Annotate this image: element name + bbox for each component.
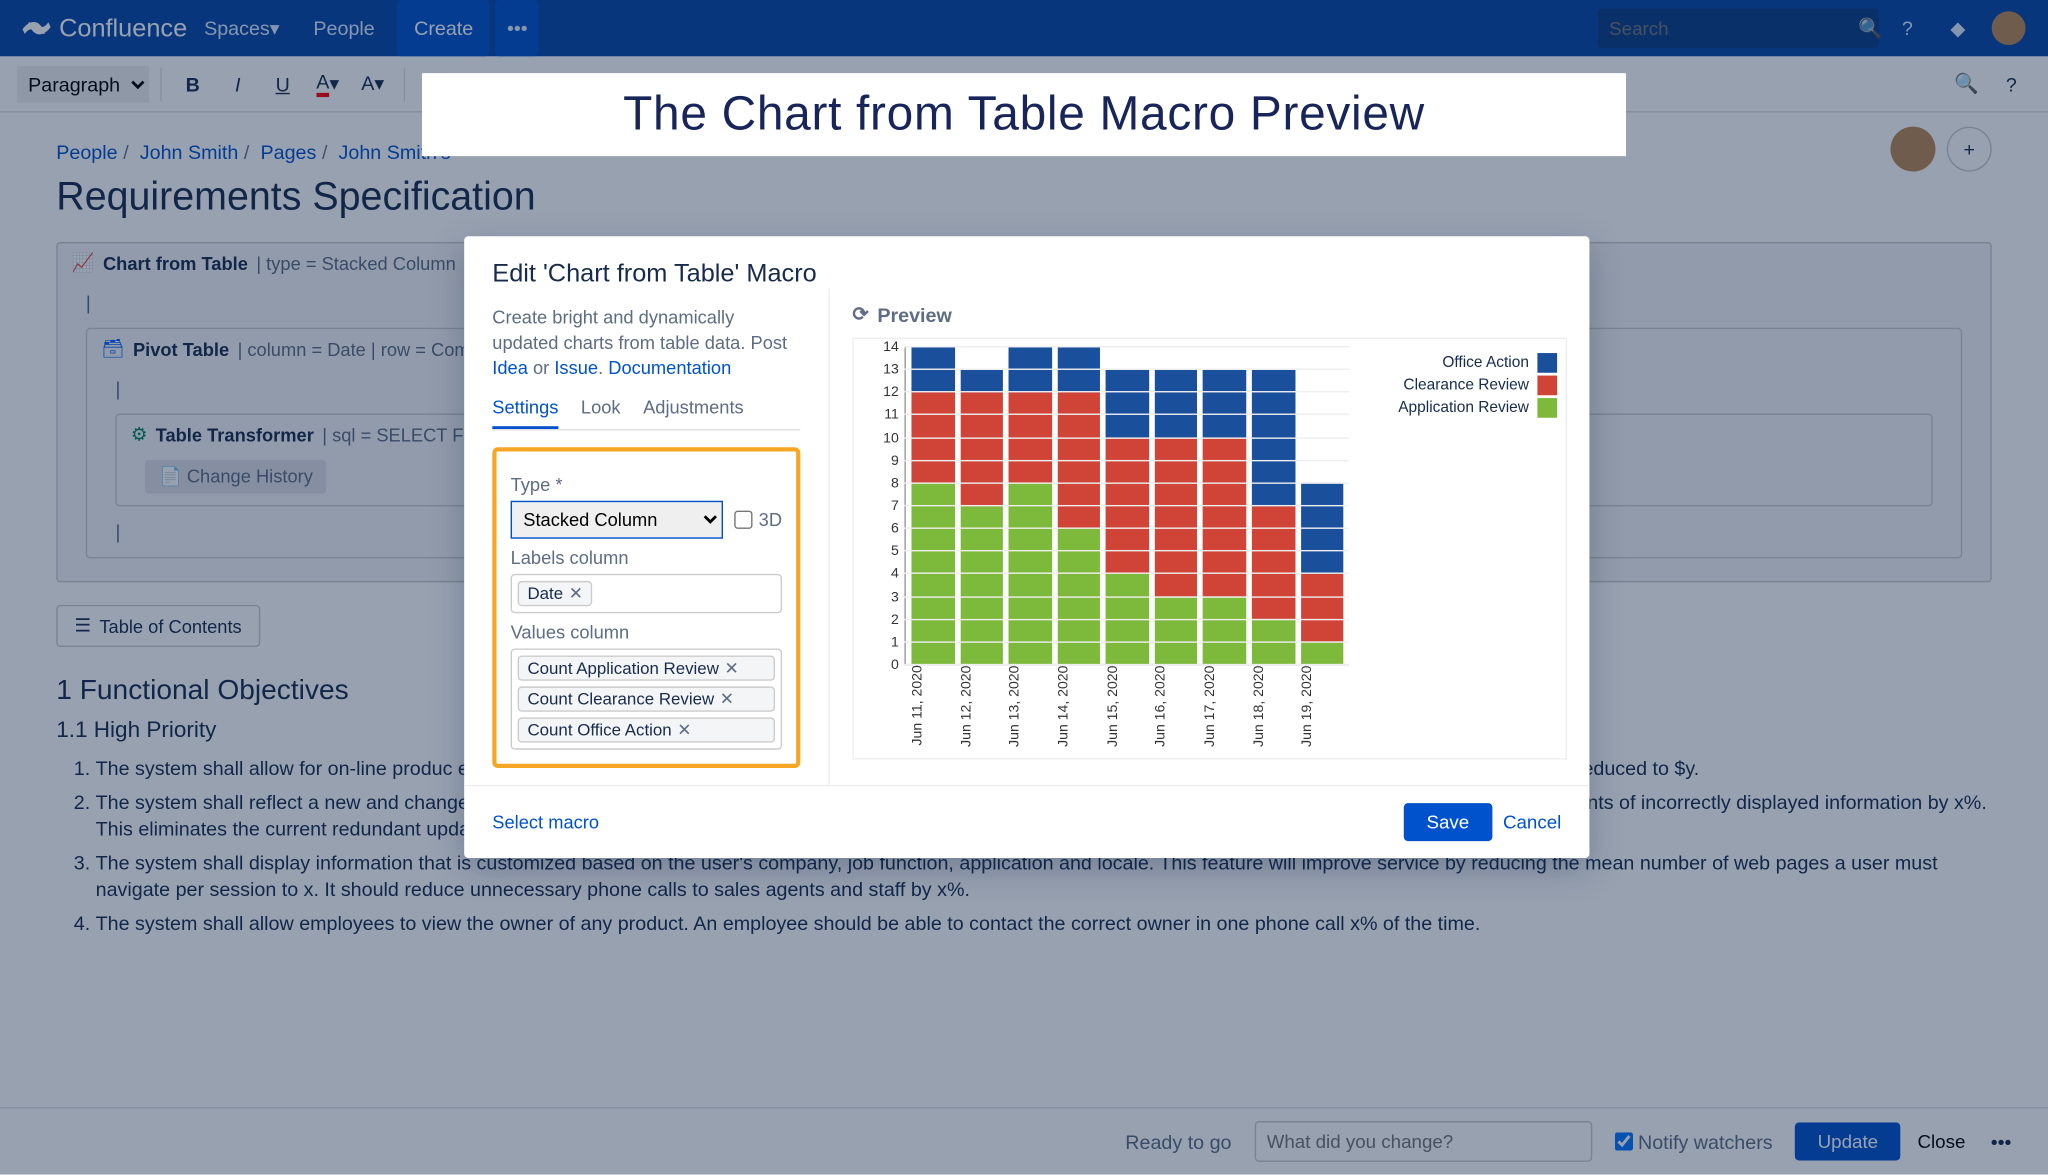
- gridline: [904, 664, 1348, 665]
- y-tick-label: 1: [891, 635, 899, 650]
- gridline: [904, 369, 1348, 370]
- documentation-link[interactable]: Documentation: [608, 358, 731, 379]
- bar-segment: [1203, 370, 1246, 438]
- x-tick-label: Jun 12, 2020: [959, 665, 1002, 749]
- remove-tag-icon[interactable]: ✕: [725, 658, 739, 678]
- bar-segment: [1155, 596, 1198, 664]
- legend-swatch: [1537, 353, 1557, 373]
- bar-segment: [1155, 370, 1198, 438]
- y-tick-label: 8: [891, 476, 899, 491]
- bar-segment: [1252, 506, 1295, 619]
- y-tick-label: 9: [891, 453, 899, 468]
- select-macro-link[interactable]: Select macro: [492, 811, 599, 832]
- y-tick-label: 12: [883, 385, 899, 400]
- modal-tabs: Settings Look Adjustments: [492, 396, 800, 430]
- tab-look[interactable]: Look: [581, 396, 621, 428]
- bar-segment: [960, 506, 1003, 664]
- values-tag[interactable]: Count Office Action ✕: [518, 717, 775, 742]
- refresh-icon[interactable]: ⟳: [852, 302, 869, 326]
- type-label: Type *: [511, 473, 782, 494]
- values-tag[interactable]: Count Application Review ✕: [518, 655, 775, 680]
- bar-segment: [1106, 370, 1149, 438]
- chart-type-select[interactable]: Stacked Column: [511, 500, 724, 538]
- x-tick-label: Jun 19, 2020: [1300, 665, 1343, 749]
- values-column-label: Values column: [511, 621, 782, 642]
- cancel-button[interactable]: Cancel: [1503, 811, 1561, 832]
- legend-item: Application Review: [1360, 398, 1557, 418]
- values-tag[interactable]: Count Clearance Review ✕: [518, 686, 775, 711]
- legend-swatch: [1537, 376, 1557, 396]
- x-tick-label: Jun 16, 2020: [1154, 665, 1197, 749]
- legend-label: Application Review: [1398, 399, 1529, 416]
- legend-item: Office Action: [1360, 353, 1557, 373]
- chart-legend: Office Action Clearance Review Application…: [1360, 347, 1557, 749]
- legend-label: Office Action: [1442, 354, 1529, 371]
- overlay-banner: The Chart from Table Macro Preview: [422, 73, 1626, 156]
- y-tick-label: 4: [891, 567, 899, 582]
- y-tick-label: 6: [891, 521, 899, 536]
- gridline: [904, 550, 1348, 551]
- values-column-input[interactable]: Count Application Review ✕ Count Clearanc…: [511, 648, 782, 749]
- y-tick-label: 3: [891, 589, 899, 604]
- y-tick-label: 7: [891, 499, 899, 514]
- gridline: [904, 641, 1348, 642]
- bar-segment: [1203, 596, 1246, 664]
- x-tick-label: Jun 15, 2020: [1105, 665, 1148, 749]
- labels-tag[interactable]: Date ✕: [518, 580, 593, 605]
- gridline: [904, 437, 1348, 438]
- legend-label: Clearance Review: [1403, 377, 1529, 394]
- y-tick-label: 13: [883, 362, 899, 377]
- remove-tag-icon[interactable]: ✕: [720, 689, 734, 709]
- gridline: [904, 414, 1348, 415]
- labels-column-label: Labels column: [511, 547, 782, 568]
- x-tick-label: Jun 13, 2020: [1008, 665, 1051, 749]
- save-button[interactable]: Save: [1404, 803, 1492, 841]
- gridline: [904, 619, 1348, 620]
- modal-description: Create bright and dynamically updated ch…: [492, 305, 800, 382]
- tab-adjustments[interactable]: Adjustments: [643, 396, 744, 428]
- gridline: [904, 460, 1348, 461]
- x-tick-label: Jun 14, 2020: [1056, 665, 1099, 749]
- bar-segment: [1300, 641, 1343, 664]
- y-tick-label: 2: [891, 612, 899, 627]
- y-tick-label: 0: [891, 658, 899, 673]
- modal-settings-panel: Create bright and dynamically updated ch…: [464, 288, 830, 784]
- bar-segment: [960, 393, 1003, 506]
- y-tick-label: 14: [883, 340, 899, 355]
- settings-highlight-box: Type * Stacked Column 3D Labels column D…: [492, 447, 800, 768]
- idea-link[interactable]: Idea: [492, 358, 528, 379]
- gridline: [904, 346, 1348, 347]
- gridline: [904, 528, 1348, 529]
- remove-tag-icon[interactable]: ✕: [677, 720, 691, 740]
- modal-preview-panel: ⟳ Preview 01234567891011121314 Jun 11, 2…: [830, 288, 1590, 784]
- issue-link[interactable]: Issue: [554, 358, 598, 379]
- x-tick-label: Jun 17, 2020: [1203, 665, 1246, 749]
- macro-editor-modal: Edit 'Chart from Table' Macro Create bri…: [464, 236, 1589, 857]
- gridline: [904, 482, 1348, 483]
- three-d-checkbox[interactable]: 3D: [735, 509, 782, 530]
- chart-preview: 01234567891011121314 Jun 11, 2020Jun 12,…: [852, 338, 1567, 760]
- y-tick-label: 10: [883, 431, 899, 446]
- remove-tag-icon[interactable]: ✕: [569, 583, 583, 603]
- gridline: [904, 596, 1348, 597]
- modal-title: Edit 'Chart from Table' Macro: [492, 259, 1561, 289]
- preview-label: Preview: [877, 303, 951, 326]
- tab-settings[interactable]: Settings: [492, 396, 558, 428]
- x-tick-label: Jun 11, 2020: [910, 665, 953, 749]
- bar-segment: [960, 370, 1003, 393]
- bar-segment: [1300, 574, 1343, 642]
- gridline: [904, 391, 1348, 392]
- chart-canvas: 01234567891011121314 Jun 11, 2020Jun 12,…: [862, 347, 1349, 749]
- legend-item: Clearance Review: [1360, 376, 1557, 396]
- gridline: [904, 505, 1348, 506]
- y-tick-label: 11: [884, 408, 899, 423]
- x-tick-label: Jun 18, 2020: [1251, 665, 1294, 749]
- labels-column-input[interactable]: Date ✕: [511, 573, 782, 612]
- gridline: [904, 573, 1348, 574]
- legend-swatch: [1537, 398, 1557, 418]
- y-tick-label: 5: [891, 544, 899, 559]
- modal-footer: Select macro Save Cancel: [464, 784, 1589, 857]
